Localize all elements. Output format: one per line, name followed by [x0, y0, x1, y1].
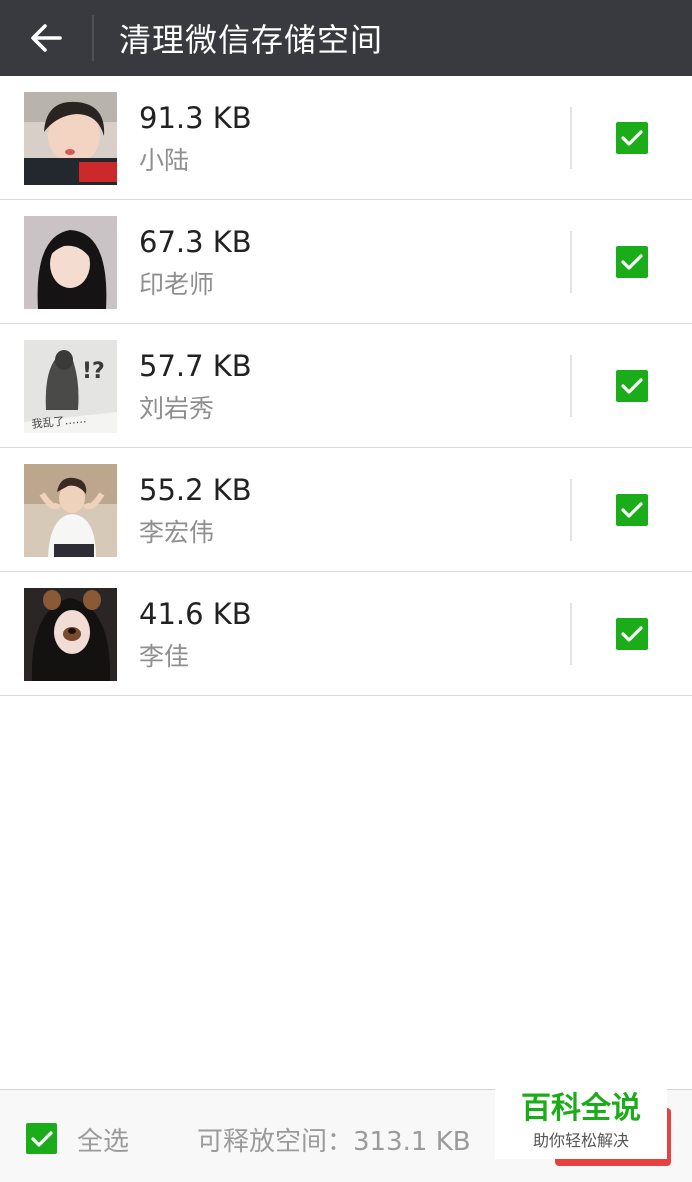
list-item[interactable]: 55.2 KB 李宏伟 [0, 448, 692, 572]
item-size: 91.3 KB [139, 101, 252, 135]
avatar [24, 216, 117, 309]
chat-storage-list: 91.3 KB 小陆 67.3 KB 印老师 !? 我乱了…… 57.7 KB … [0, 76, 692, 696]
checkmark-icon [30, 1130, 53, 1147]
page-title: 清理微信存储空间 [119, 21, 384, 59]
title-bar: 清理微信存储空间 [0, 0, 692, 76]
item-size: 55.2 KB [139, 473, 252, 507]
checkmark-icon [621, 626, 643, 642]
item-checkbox[interactable] [616, 494, 648, 526]
list-item[interactable]: 41.6 KB 李佳 [0, 572, 692, 696]
row-divider [570, 107, 572, 169]
item-checkbox[interactable] [616, 370, 648, 402]
item-size: 67.3 KB [139, 225, 252, 259]
row-divider [570, 355, 572, 417]
item-checkbox[interactable] [616, 618, 648, 650]
item-name: 刘岩秀 [139, 394, 215, 423]
list-item[interactable]: 91.3 KB 小陆 [0, 76, 692, 200]
watermark-subtitle: 助你轻松解决 [532, 1131, 629, 1150]
item-size: 41.6 KB [139, 597, 252, 631]
header-divider [92, 15, 94, 61]
item-text: 91.3 KB 小陆 [139, 100, 252, 178]
back-button[interactable] [0, 0, 92, 76]
checkmark-icon [621, 254, 643, 270]
item-text: 55.2 KB 李宏伟 [139, 472, 252, 550]
select-all-label[interactable]: 全选 [77, 1121, 129, 1158]
item-name: 李佳 [139, 642, 190, 671]
row-divider [570, 231, 572, 293]
item-name: 小陆 [139, 146, 190, 175]
free-space-label: 可释放空间：313.1 KB [197, 1127, 471, 1157]
item-text: 67.3 KB 印老师 [139, 224, 252, 302]
item-size: 57.7 KB [139, 349, 252, 383]
item-text: 57.7 KB 刘岩秀 [139, 348, 252, 426]
arrow-left-icon [31, 24, 62, 52]
checkmark-icon [621, 130, 643, 146]
item-text: 41.6 KB 李佳 [139, 596, 252, 674]
checkmark-icon [621, 378, 643, 394]
row-divider [570, 479, 572, 541]
watermark-logo: 百科全说 助你轻松解决 [495, 1083, 667, 1159]
avatar [24, 464, 117, 557]
avatar: !? 我乱了…… [24, 340, 117, 433]
svg-text:!?: !? [82, 359, 105, 384]
checkmark-icon [621, 502, 643, 518]
item-name: 印老师 [139, 270, 215, 299]
item-checkbox[interactable] [616, 246, 648, 278]
list-item[interactable]: 67.3 KB 印老师 [0, 200, 692, 324]
select-all-checkbox[interactable] [26, 1123, 57, 1154]
watermark-title: 百科全说 [521, 1091, 641, 1126]
avatar [24, 92, 117, 185]
row-divider [570, 603, 572, 665]
item-name: 李宏伟 [139, 518, 215, 547]
list-item[interactable]: !? 我乱了…… 57.7 KB 刘岩秀 [0, 324, 692, 448]
item-checkbox[interactable] [616, 122, 648, 154]
avatar [24, 588, 117, 681]
